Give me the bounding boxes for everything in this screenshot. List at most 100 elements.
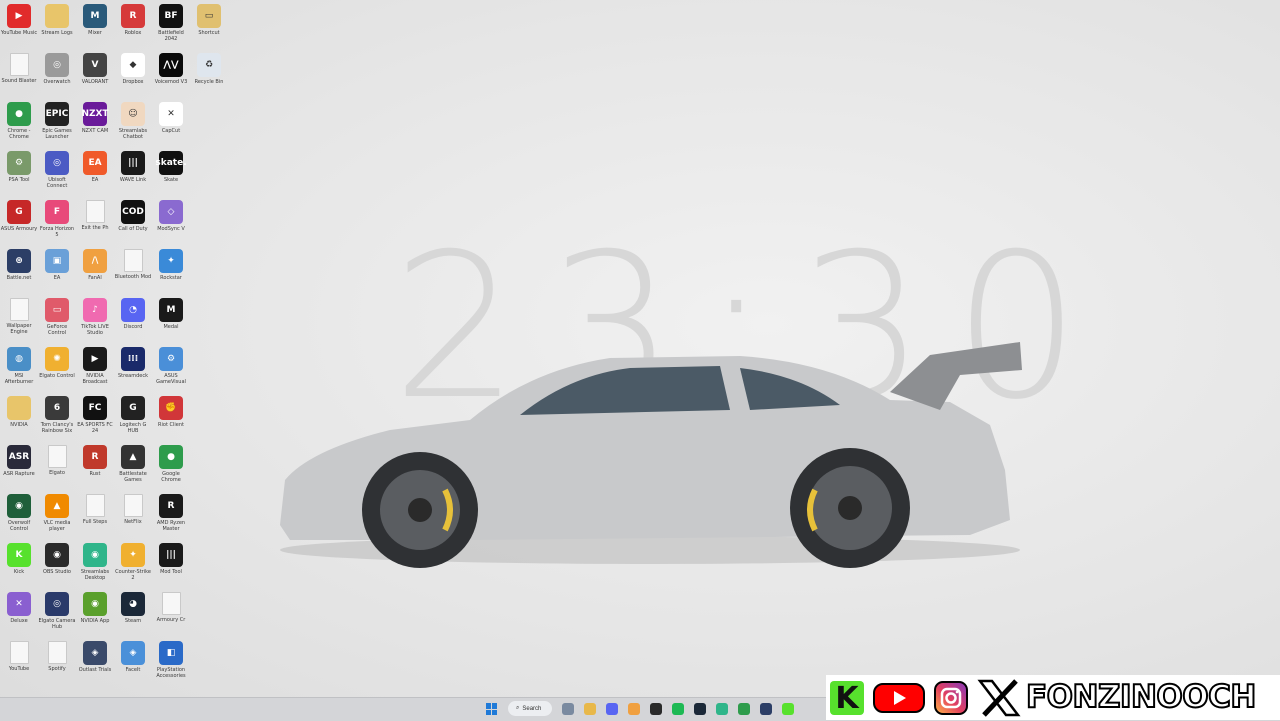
taskbar-search[interactable]: ⌕ Search [508, 701, 552, 716]
desktop-icon[interactable]: ✊ Riot Client [152, 394, 190, 443]
desktop-icon[interactable]: ● Google Chrome [152, 443, 190, 492]
desktop-icon[interactable]: ||| WAVE Link [114, 149, 152, 198]
taskbar-fanal-icon[interactable] [628, 703, 640, 715]
desktop-icon-label: ModSync V [157, 226, 185, 232]
desktop-icon[interactable]: M Medal [152, 296, 190, 345]
desktop-icon[interactable]: ⋀⋁ Voicemod V3 [152, 51, 190, 100]
desktop-icon[interactable]: COD Call of Duty [114, 198, 152, 247]
desktop-icon[interactable]: Full Steps [76, 492, 114, 541]
desktop-icon[interactable]: R Roblox [114, 2, 152, 51]
desktop-icon-label: AMD Ryzen Master [156, 520, 186, 532]
desktop-icon[interactable]: ◍ MSI Afterburner [0, 345, 38, 394]
taskbar-kick-icon[interactable] [782, 703, 794, 715]
ea-icon: EA [83, 151, 107, 175]
desktop-icon[interactable]: ◉ Overwolf Control [0, 492, 38, 541]
desktop-icon[interactable]: NetFlix [114, 492, 152, 541]
desktop-icon[interactable]: Wallpaper Engine [0, 296, 38, 345]
ubisoft-icon: ◎ [45, 151, 69, 175]
taskbar-settings-icon[interactable] [562, 703, 574, 715]
taskbar-chrome-icon[interactable] [738, 703, 750, 715]
desktop-icon[interactable]: ✕ CapCut [152, 100, 190, 149]
desktop-icon-label: Medal [163, 324, 179, 330]
desktop-icon[interactable]: ▶ NVIDIA Broadcast [76, 345, 114, 394]
search-label: Search [522, 705, 542, 712]
desktop-icon[interactable]: ⊛ Battle.net [0, 247, 38, 296]
desktop-icon[interactable]: Armoury Cr [152, 590, 190, 639]
desktop-icon[interactable]: ▲ Battlestate Games [114, 443, 152, 492]
desktop-icon-label: Recycle Bin [194, 79, 224, 85]
desktop-icon[interactable]: BF Battlefield 2042 [152, 2, 190, 51]
desktop-icon[interactable]: R Rust [76, 443, 114, 492]
desktop-icon[interactable]: ◕ Steam [114, 590, 152, 639]
desktop-icon-label: Riot Client [158, 422, 184, 428]
desktop-icon[interactable]: ◎ Elgato Camera Hub [38, 590, 76, 639]
desktop-icon[interactable]: EPIC Epic Games Launcher [38, 100, 76, 149]
desktop-icon[interactable]: ✺ Elgato Control [38, 345, 76, 394]
desktop-icon[interactable]: /\ FanAl [76, 247, 114, 296]
desktop-icon[interactable]: ◉ Streamlabs Desktop [76, 541, 114, 590]
desktop-icon[interactable]: ◎ Ubisoft Connect [38, 149, 76, 198]
desktop-icon[interactable]: Bluetooth Mod [114, 247, 152, 296]
desktop-icon[interactable]: R AMD Ryzen Master [152, 492, 190, 541]
desktop-icon[interactable]: ◔ Discord [114, 296, 152, 345]
desktop-icon[interactable]: ◉ NVIDIA App [76, 590, 114, 639]
asr-icon: ASR [7, 445, 31, 469]
desktop-icon[interactable]: NVIDIA [0, 394, 38, 443]
desktop-icon[interactable]: skate. Skate [152, 149, 190, 198]
desktop-icon[interactable]: NZXT NZXT CAM [76, 100, 114, 149]
desktop-icon[interactable]: Stream Logs [38, 2, 76, 51]
desktop-icon[interactable]: ♪ TikTok LIVE Studio [76, 296, 114, 345]
desktop-icon[interactable]: ◉ OBS Studio [38, 541, 76, 590]
desktop-icon[interactable]: EA EA [76, 149, 114, 198]
start-button[interactable] [486, 703, 498, 715]
desktop-icon[interactable]: ✕ Deluxe [0, 590, 38, 639]
desktop-icon[interactable]: ▲ VLC media player [38, 492, 76, 541]
desktop-icon-label: ASR Rapture [3, 471, 35, 477]
taskbar-spotify-icon[interactable] [672, 703, 684, 715]
desktop-icon[interactable]: YouTube [0, 639, 38, 688]
desktop-icon[interactable]: ✦ Counter-Strike 2 [114, 541, 152, 590]
desktop-icon[interactable]: ☺ Streamlabs Chatbot [114, 100, 152, 149]
desktop-icon[interactable]: Sound Blaster [0, 51, 38, 100]
desktop-icon[interactable]: G ASUS Armoury [0, 198, 38, 247]
desktop-icon[interactable]: ⚙ PSA Tool [0, 149, 38, 198]
desktop-icon[interactable]: ◎ Overwatch [38, 51, 76, 100]
desktop-icon[interactable]: ▶ YouTube Music [0, 2, 38, 51]
desktop-icon[interactable]: ♻ Recycle Bin [190, 51, 228, 100]
desktop-icon[interactable]: ◈ FaceIt [114, 639, 152, 688]
taskbar-discord-icon[interactable] [606, 703, 618, 715]
taskbar-steam-icon[interactable] [694, 703, 706, 715]
desktop-icon[interactable]: F Forza Horizon 5 [38, 198, 76, 247]
desktop-icon-grid: ▶ YouTube Music Sound Blaster ● Chrome - Chr… [0, 2, 223, 692]
nzxt-icon: NZXT [81, 102, 109, 126]
desktop-icon[interactable]: Spotify [38, 639, 76, 688]
x-logo-icon [977, 679, 1021, 717]
desktop-icon[interactable]: ▭ Shortcut [190, 2, 228, 51]
desktop-icon[interactable]: M Mixer [76, 2, 114, 51]
taskbar-file-explorer-icon[interactable] [584, 703, 596, 715]
desktop-icon-label: Battle.net [6, 275, 32, 281]
desktop-icon[interactable]: ▭ GeForce Control [38, 296, 76, 345]
desktop-icon[interactable]: ⚙ ASUS GameVisual [152, 345, 190, 394]
desktop-icon[interactable]: Elgato [38, 443, 76, 492]
desktop-icon[interactable]: ◇ ModSync V [152, 198, 190, 247]
desktop-icon[interactable]: ||| Mod Tool [152, 541, 190, 590]
taskbar-battlenet-icon[interactable] [760, 703, 772, 715]
desktop-icon[interactable]: ▣ EA [38, 247, 76, 296]
desktop-icon[interactable]: V VALORANT [76, 51, 114, 100]
desktop-icon[interactable]: ◆ Dropbox [114, 51, 152, 100]
desktop-icon[interactable]: K Kick [0, 541, 38, 590]
desktop-icon[interactable]: FC EA SPORTS FC 24 [76, 394, 114, 443]
desktop-icon[interactable]: ⁞⁞⁞ Streamdeck [114, 345, 152, 394]
desktop-icon[interactable]: G Logitech G HUB [114, 394, 152, 443]
file-icon [9, 298, 29, 321]
taskbar-obs-icon[interactable] [650, 703, 662, 715]
taskbar-streamlabs-icon[interactable] [716, 703, 728, 715]
desktop-icon[interactable]: Exit the Ph [76, 198, 114, 247]
desktop-icon[interactable]: ASR ASR Rapture [0, 443, 38, 492]
desktop-icon[interactable]: 6 Tom Clancy's Rainbow Six [38, 394, 76, 443]
desktop-icon[interactable]: ✦ Rockstar [152, 247, 190, 296]
desktop-icon[interactable]: ● Chrome - Chrome [0, 100, 38, 149]
desktop-icon[interactable]: ◈ Outlast Trials [76, 639, 114, 688]
desktop-icon[interactable]: ◧ PlayStation Accessories [152, 639, 190, 688]
